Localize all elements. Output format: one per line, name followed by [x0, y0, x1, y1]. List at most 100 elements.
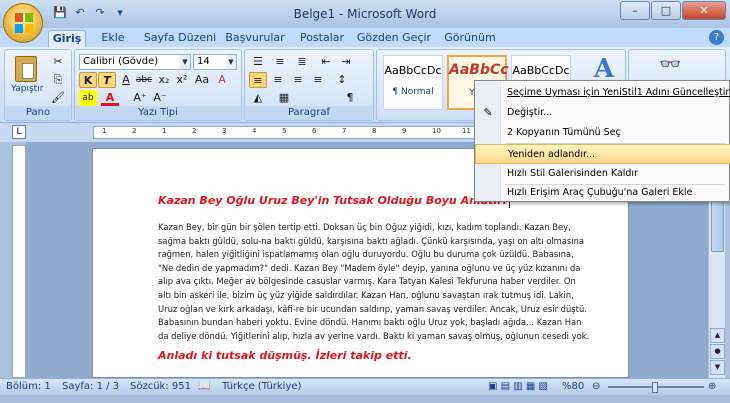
find-icon[interactable]: 👓 — [659, 54, 681, 75]
modify-style-icon: ✎ — [483, 106, 493, 119]
tab-giris[interactable]: Giriş — [48, 30, 86, 47]
style-normal[interactable]: AaBbCcDc ¶ Normal — [383, 55, 443, 110]
minimize-button[interactable]: – — [620, 1, 650, 20]
paragraph-line: "Ne dedin de yapmadım?" dedi. Kazan Bey … — [158, 262, 581, 273]
font-size-combo[interactable]: 14 ▼ — [193, 54, 237, 70]
font-name-combo[interactable]: Calibri (Gövde) ▼ — [79, 54, 191, 70]
ruler-tick: 5 — [282, 127, 287, 135]
strikethrough-button[interactable]: abc — [135, 72, 153, 88]
status-language[interactable]: Türkçe (Türkiye) — [222, 381, 301, 392]
grow-font-button[interactable]: A⁺ — [131, 90, 149, 106]
align-left-icon[interactable]: ≡ — [249, 72, 267, 88]
tab-ekle[interactable]: Ekle — [94, 30, 132, 47]
view-buttons[interactable]: ▣ ▤ ▥ ▦ ▧ — [488, 381, 548, 392]
bold-button[interactable]: K — [79, 72, 97, 88]
tab-basvurular[interactable]: Başvurular — [222, 30, 288, 47]
menu-item-remove-from-gallery[interactable]: Hızlı Stil Galerisinden Kaldır — [475, 164, 730, 184]
style-sample: AaBbCcDc — [512, 64, 570, 77]
body-paragraph: Kazan Bey, bir gün bir şölen tertip etti… — [158, 221, 590, 343]
bullets-icon[interactable]: ☰ — [249, 54, 267, 70]
previous-page-icon[interactable]: ▲ — [710, 328, 725, 343]
heading-text: Kazan Bey Oğlu Uruz Bey'in Tutsak Olduğu… — [158, 194, 507, 207]
superscript-button[interactable]: x² — [173, 72, 191, 88]
next-page-icon[interactable]: ▼ — [710, 360, 725, 375]
highlight-button[interactable]: ab — [79, 90, 97, 106]
menu-item-select-all[interactable]: 2 Kopyanın Tümünü Seç — [475, 123, 730, 143]
closing-line: Anladı ki tutsak düşmüş. İzleri takip et… — [158, 349, 412, 362]
align-right-icon[interactable]: ≡ — [289, 72, 307, 88]
menu-item-modify[interactable]: ✎ Değiştir... — [475, 103, 730, 123]
decrease-indent-icon[interactable]: ⇤ — [317, 54, 335, 70]
shrink-font-button[interactable]: A⁻ — [151, 90, 169, 106]
font-group-label: Yazı Tipi — [75, 106, 241, 120]
menu-item-label: Hızlı Erişim Araç Çubuğu'na Galeri Ekle — [507, 187, 693, 198]
paragraph-group: ☰ ≡ ≣ ⇤ ⇥ ≡ ≡ ≡ ≡ ↕ ◭ ▦ ¶ Paragraf — [244, 49, 374, 121]
title-bar: 💾 ↶ ↷ ▾ Belge1 - Microsoft Word – □ ✕ — [0, 0, 730, 28]
ruler-tick: 1 — [162, 127, 167, 135]
office-logo-icon — [15, 13, 33, 33]
font-color-button[interactable]: A — [101, 90, 119, 106]
chevron-down-icon: ▼ — [180, 55, 190, 69]
browse-object-icon[interactable]: ● — [710, 344, 725, 359]
cut-icon[interactable]: ✂ — [49, 54, 67, 70]
clipboard-group-label: Pano — [5, 106, 71, 120]
paragraph-line: da deliye döndü. Yiğitlerini alıp, hızla… — [158, 330, 590, 341]
menu-item-label: Hızlı Stil Galerisinden Kaldır — [507, 168, 638, 179]
justify-icon[interactable]: ≡ — [309, 72, 327, 88]
tab-sayfa-duzeni[interactable]: Sayfa Düzeni — [140, 30, 220, 47]
office-button[interactable] — [3, 3, 43, 43]
font-name-value: Calibri (Gövde) — [83, 56, 159, 67]
copy-icon[interactable]: ⎘ — [49, 72, 67, 88]
underline-button[interactable]: A — [117, 72, 135, 88]
paste-button[interactable]: Yapıştır — [11, 54, 43, 106]
numbering-icon[interactable]: ≡ — [271, 54, 289, 70]
ruler-tick: 8 — [372, 127, 377, 135]
font-group: Calibri (Gövde) ▼ 14 ▼ K T A abc x₂ x² Aa … — [74, 49, 242, 121]
tab-selector-icon[interactable]: L — [12, 125, 26, 139]
format-painter-icon[interactable]: 🖌 — [49, 90, 67, 106]
menu-item-rename[interactable]: Yeniden adlandır... — [475, 144, 730, 164]
tab-gorunum[interactable]: Görünüm — [440, 30, 500, 47]
ruler-tick: 7 — [342, 127, 347, 135]
shading-icon[interactable]: ◭ — [249, 90, 267, 106]
status-section[interactable]: Bölüm: 1 — [6, 381, 51, 392]
status-words[interactable]: Sözcük: 951 — [130, 381, 191, 392]
menu-item-label: Yeniden adlandır... — [508, 149, 596, 160]
chevron-down-icon: ▼ — [226, 55, 236, 69]
ruler-tick: 11 — [462, 127, 471, 135]
zoom-in-icon[interactable]: ⊕ — [708, 381, 716, 392]
status-page[interactable]: Sayfa: 1 / 3 — [62, 381, 119, 392]
font-size-value: 14 — [197, 56, 210, 67]
borders-icon[interactable]: ▦ — [275, 90, 293, 106]
menu-item-add-to-qat[interactable]: Hızlı Erişim Araç Çubuğu'na Galeri Ekle — [475, 183, 730, 203]
document-heading: Kazan Bey Oğlu Uruz Bey'in Tutsak Olduğu… — [158, 194, 510, 208]
zoom-slider-thumb[interactable] — [652, 382, 658, 393]
increase-indent-icon[interactable]: ⇥ — [337, 54, 355, 70]
tab-gozden-gecir[interactable]: Gözden Geçir — [356, 30, 432, 47]
ruler-tick: 10 — [432, 127, 441, 135]
subscript-button[interactable]: x₂ — [155, 72, 173, 88]
tab-postalar[interactable]: Postalar — [294, 30, 350, 47]
ruler-tick: 9 — [402, 127, 407, 135]
paragraph-line: Kazan Bey, bir gün bir şölen tertip etti… — [158, 222, 571, 232]
help-icon[interactable]: ? — [709, 30, 724, 45]
line-spacing-icon[interactable]: ↕ — [333, 72, 351, 88]
italic-button[interactable]: T — [98, 72, 116, 88]
align-center-icon[interactable]: ≡ — [269, 72, 287, 88]
clear-format-button[interactable]: A — [213, 72, 231, 88]
style-sample: AaBbCcDc — [384, 64, 442, 77]
menu-item-update-style[interactable]: Seçime Uyması için YeniStil1 Adını Günce… — [475, 83, 730, 103]
clipboard-group: Yapıştır ✂ ⎘ 🖌 Pano — [4, 49, 72, 121]
ruler-tick: 4 — [252, 127, 257, 135]
zoom-level[interactable]: %80 — [562, 381, 584, 392]
close-button[interactable]: ✕ — [682, 1, 726, 20]
show-formatting-icon[interactable]: ¶ — [341, 90, 359, 106]
change-case-button[interactable]: Aa — [193, 72, 211, 88]
vertical-ruler[interactable] — [12, 145, 26, 378]
proofing-icon[interactable]: 📖 — [198, 381, 210, 392]
maximize-button[interactable]: □ — [651, 1, 681, 20]
menu-item-label: Değiştir... — [507, 107, 553, 118]
style-context-menu: Seçime Uyması için YeniStil1 Adını Günce… — [474, 80, 730, 202]
zoom-out-icon[interactable]: ⊖ — [592, 381, 600, 392]
multilevel-list-icon[interactable]: ≣ — [293, 54, 311, 70]
